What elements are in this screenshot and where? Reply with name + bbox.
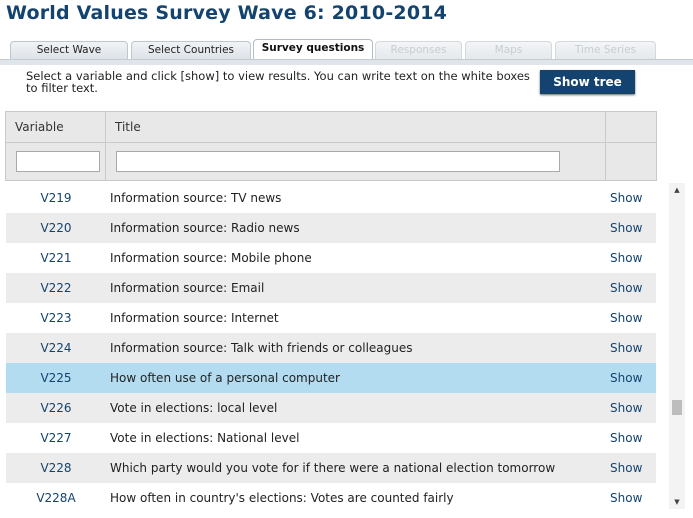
variable-title: Information source: Email (110, 281, 265, 295)
table-row[interactable]: V221 Information source: Mobile phone Show (6, 243, 656, 273)
variable-title: Information source: Internet (110, 311, 279, 325)
table-row[interactable]: V226 Vote in elections: local level Show (6, 393, 656, 423)
variable-title: Information source: TV news (110, 191, 282, 205)
title-filter-input[interactable] (116, 151, 560, 172)
variable-title: Information source: Talk with friends or… (110, 341, 413, 355)
variable-code: V227 (40, 431, 72, 445)
show-link[interactable]: Show (610, 423, 642, 453)
variable-code: V222 (40, 281, 72, 295)
results-list: V219 Information source: TV news Show V220 I… (6, 183, 656, 513)
tab-select-countries[interactable]: Select Countries (131, 41, 251, 59)
column-header-variable[interactable]: Variable (6, 112, 106, 142)
scroll-up-icon[interactable]: ▲ (669, 183, 685, 197)
variable-code: V219 (40, 191, 72, 205)
variable-title: Information source: Mobile phone (110, 251, 312, 265)
variable-title: Information source: Radio news (110, 221, 300, 235)
tab-select-wave[interactable]: Select Wave (10, 41, 128, 59)
show-link[interactable]: Show (610, 243, 642, 273)
filter-row (6, 142, 656, 181)
show-link[interactable]: Show (610, 333, 642, 363)
variable-code: V223 (40, 311, 72, 325)
variable-title: Which party would you vote for if there … (110, 461, 556, 475)
scroll-thumb[interactable] (672, 400, 682, 415)
table-row[interactable]: V225 How often use of a personal computer… (6, 363, 656, 393)
page-title: World Values Survey Wave 6: 2010-2014 (6, 2, 448, 24)
scroll-down-icon[interactable]: ▼ (669, 495, 685, 509)
table-row[interactable]: V219 Information source: TV news Show (6, 183, 656, 213)
show-tree-button[interactable]: Show tree (540, 70, 635, 94)
variable-code: V224 (40, 341, 72, 355)
variable-title: Vote in elections: local level (110, 401, 278, 415)
variable-filter-input[interactable] (16, 151, 100, 172)
show-link[interactable]: Show (610, 363, 642, 393)
table-row[interactable]: V223 Information source: Internet Show (6, 303, 656, 333)
variable-title: Vote in elections: National level (110, 431, 300, 445)
tab-survey-questions[interactable]: Survey questions (253, 39, 373, 59)
vertical-scrollbar[interactable]: ▲ ▼ (669, 183, 685, 509)
table-row[interactable]: V228 Which party would you vote for if th… (6, 453, 656, 483)
tab-bar: Select Wave Select Countries Survey ques… (10, 39, 656, 59)
instructions-text: Select a variable and click [show] to vi… (26, 69, 530, 95)
variable-code: V226 (40, 401, 72, 415)
show-link[interactable]: Show (610, 483, 642, 513)
show-link[interactable]: Show (610, 273, 642, 303)
variable-code: V221 (40, 251, 72, 265)
show-link[interactable]: Show (610, 303, 642, 333)
tab-time-series: Time Series (555, 41, 656, 59)
show-link[interactable]: Show (610, 183, 642, 213)
show-link[interactable]: Show (610, 453, 642, 483)
table-row[interactable]: V227 Vote in elections: National level Sho… (6, 423, 656, 453)
variable-code: V220 (40, 221, 72, 235)
variable-code: V225 (40, 371, 72, 385)
column-header-title[interactable]: Title (106, 112, 606, 142)
tab-maps: Maps (465, 41, 552, 59)
table-row[interactable]: V224 Information source: Talk with friend… (6, 333, 656, 363)
variable-title: How often use of a personal computer (110, 371, 340, 385)
table-row[interactable]: V228A How often in country's elections: V… (6, 483, 656, 513)
variable-code: V228 (40, 461, 72, 475)
table-row[interactable]: V222 Information source: Email Show (6, 273, 656, 303)
variable-title: How often in country's elections: Votes … (110, 491, 454, 505)
show-link[interactable]: Show (610, 393, 642, 423)
variable-code: V228A (36, 491, 76, 505)
tab-underline (0, 59, 693, 65)
show-link[interactable]: Show (610, 213, 642, 243)
table-header: Variable Title (5, 111, 657, 181)
table-row[interactable]: V220 Information source: Radio news Show (6, 213, 656, 243)
tab-responses: Responses (375, 41, 462, 59)
